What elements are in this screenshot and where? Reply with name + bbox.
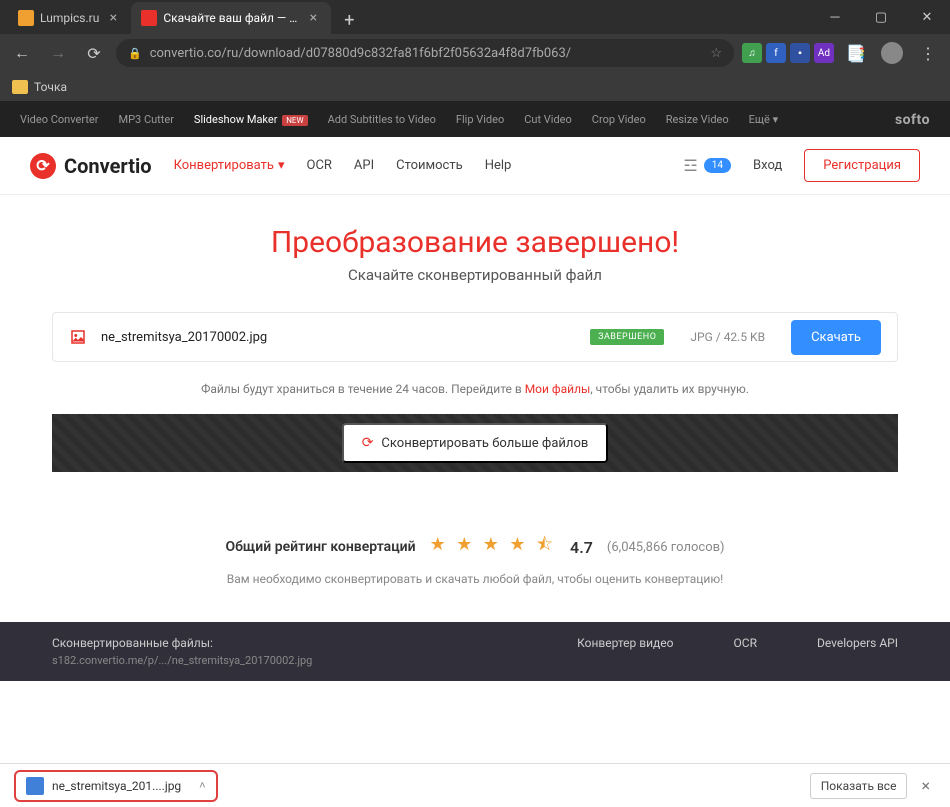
browser-titlebar: Lumpics.ru × Скачайте ваш файл — Convert…	[0, 0, 950, 34]
register-button[interactable]: Регистрация	[804, 149, 920, 182]
chevron-down-icon: ▾	[278, 158, 285, 173]
softo-logo[interactable]: softo	[895, 112, 930, 128]
main-content: Преобразование завершено! Скачайте сконв…	[0, 195, 950, 763]
window-controls: ─ ▢ ✕	[812, 0, 950, 34]
page-subtitle: Скачайте сконвертированный файл	[0, 266, 950, 284]
toolbar-link[interactable]: Cut Video	[524, 113, 572, 126]
rating-note: Вам необходимо сконвертировать и скачать…	[0, 572, 950, 586]
lock-icon: 🔒	[128, 47, 142, 60]
tab-title: Скачайте ваш файл — Convertio	[163, 11, 299, 25]
rating-count: (6,045,866 голосов)	[607, 540, 725, 555]
convert-more-band: ⟳ Сконвертировать больше файлов	[52, 414, 898, 472]
nav-api[interactable]: API	[354, 158, 374, 173]
nav-convert[interactable]: Конвертировать ▾	[174, 158, 285, 173]
download-button[interactable]: Скачать	[791, 320, 881, 355]
status-badge: ЗАВЕРШЕНО	[590, 329, 664, 345]
page-title: Преобразование завершено!	[0, 225, 950, 260]
download-filename: ne_stremitsya_201....jpg	[52, 779, 181, 793]
conversions-badge[interactable]: ☲ 14	[683, 156, 731, 175]
tab-0[interactable]: Lumpics.ru ×	[8, 2, 131, 34]
menu-icon[interactable]: ⋮	[914, 39, 942, 67]
folder-icon	[12, 80, 28, 94]
site-header: ⟳ Convertio Конвертировать ▾ OCR API Сто…	[0, 137, 950, 195]
minimize-button[interactable]: ─	[812, 0, 858, 34]
toolbar-link[interactable]: Flip Video	[456, 113, 504, 126]
logo-icon: ⟳	[30, 153, 56, 179]
image-icon	[69, 328, 87, 346]
toolbar-link[interactable]: Crop Video	[592, 113, 646, 126]
storage-note: Файлы будут храниться в течение 24 часов…	[0, 382, 950, 396]
footer-link[interactable]: OCR	[734, 636, 757, 667]
reload-button[interactable]: ⟳	[80, 39, 108, 67]
new-tab-button[interactable]: +	[335, 6, 363, 34]
tab-favicon	[141, 10, 157, 26]
file-name: ne_stremitsya_20170002.jpg	[101, 330, 576, 345]
rating-row: Общий рейтинг конвертаций ★ ★ ★ ★ ⯪ 4.7 …	[0, 532, 950, 562]
forward-button[interactable]: →	[44, 39, 72, 67]
convert-more-button[interactable]: ⟳ Сконвертировать больше файлов	[342, 423, 609, 463]
footer: Сконвертированные файлы: s182.convertio.…	[0, 622, 950, 681]
logo[interactable]: ⟳ Convertio	[30, 153, 152, 179]
footer-file-link[interactable]: s182.convertio.me/p/.../ne_stremitsya_20…	[52, 654, 517, 667]
refresh-icon: ⟳	[362, 435, 374, 451]
bookmark-item[interactable]: Точка	[34, 80, 67, 94]
file-row: ne_stremitsya_20170002.jpg ЗАВЕРШЕНО JPG…	[52, 312, 898, 362]
close-icon[interactable]: ×	[105, 10, 121, 26]
login-link[interactable]: Вход	[753, 158, 782, 173]
url-text: convertio.co/ru/download/d07880d9c832fa8…	[150, 46, 703, 61]
back-button[interactable]: ←	[8, 39, 36, 67]
page-content: Video Converter MP3 Cutter Slideshow Mak…	[0, 102, 950, 763]
ext-icon[interactable]: ▪	[790, 43, 810, 63]
reading-list-icon[interactable]: 📑	[842, 39, 870, 67]
toolbar-link[interactable]: Add Subtitles to Video	[328, 113, 436, 126]
downloads-bar: ne_stremitsya_201....jpg ˄ Показать все …	[0, 763, 950, 807]
extension-icons: ♫ f ▪ Ad	[742, 43, 834, 63]
close-bar-button[interactable]: ×	[915, 776, 936, 795]
maximize-button[interactable]: ▢	[858, 0, 904, 34]
nav-pricing[interactable]: Стоимость	[396, 158, 463, 173]
chevron-up-icon[interactable]: ˄	[199, 779, 205, 792]
bookmarks-bar: Точка	[0, 72, 950, 102]
softo-toolbar: Video Converter MP3 Cutter Slideshow Mak…	[0, 102, 950, 137]
close-icon[interactable]: ×	[305, 10, 321, 26]
toolbar-link[interactable]: Video Converter	[20, 113, 98, 126]
tab-favicon	[18, 10, 34, 26]
layers-icon: ☲	[683, 156, 697, 175]
url-box[interactable]: 🔒 convertio.co/ru/download/d07880d9c832f…	[116, 39, 734, 67]
new-badge: NEW	[282, 115, 307, 126]
footer-link[interactable]: Конвертер видео	[577, 636, 673, 667]
tab-1[interactable]: Скачайте ваш файл — Convertio ×	[131, 2, 331, 34]
ext-icon[interactable]: ♫	[742, 43, 762, 63]
toolbar-link[interactable]: MP3 Cutter	[118, 113, 173, 126]
badge-count: 14	[704, 158, 731, 173]
rating-score: 4.7	[570, 538, 593, 557]
footer-converted-label: Сконвертированные файлы:	[52, 636, 517, 650]
close-button[interactable]: ✕	[904, 0, 950, 34]
show-all-button[interactable]: Показать все	[810, 773, 908, 799]
footer-link[interactable]: Developers API	[817, 636, 898, 667]
star-icon[interactable]: ☆	[710, 46, 722, 61]
download-item[interactable]: ne_stremitsya_201....jpg ˄	[14, 770, 218, 802]
avatar-icon[interactable]	[878, 39, 906, 67]
toolbar-link[interactable]: Ещё ▾	[749, 113, 779, 126]
my-files-link[interactable]: Мои файлы	[525, 382, 591, 396]
tab-title: Lumpics.ru	[40, 11, 99, 25]
file-icon	[26, 777, 44, 795]
address-bar: ← → ⟳ 🔒 convertio.co/ru/download/d07880d…	[0, 34, 950, 72]
toolbar-link[interactable]: Resize Video	[666, 113, 729, 126]
nav-ocr[interactable]: OCR	[307, 158, 332, 173]
ext-icon[interactable]: Ad	[814, 43, 834, 63]
rating-label: Общий рейтинг конвертаций	[225, 539, 415, 555]
ext-icon[interactable]: f	[766, 43, 786, 63]
logo-text: Convertio	[64, 154, 152, 178]
toolbar-link[interactable]: Slideshow Maker NEW	[194, 113, 308, 126]
nav-help[interactable]: Help	[485, 158, 512, 173]
stars-icon: ★ ★ ★ ★ ⯪	[430, 532, 556, 562]
file-meta: JPG / 42.5 KB	[690, 330, 765, 344]
